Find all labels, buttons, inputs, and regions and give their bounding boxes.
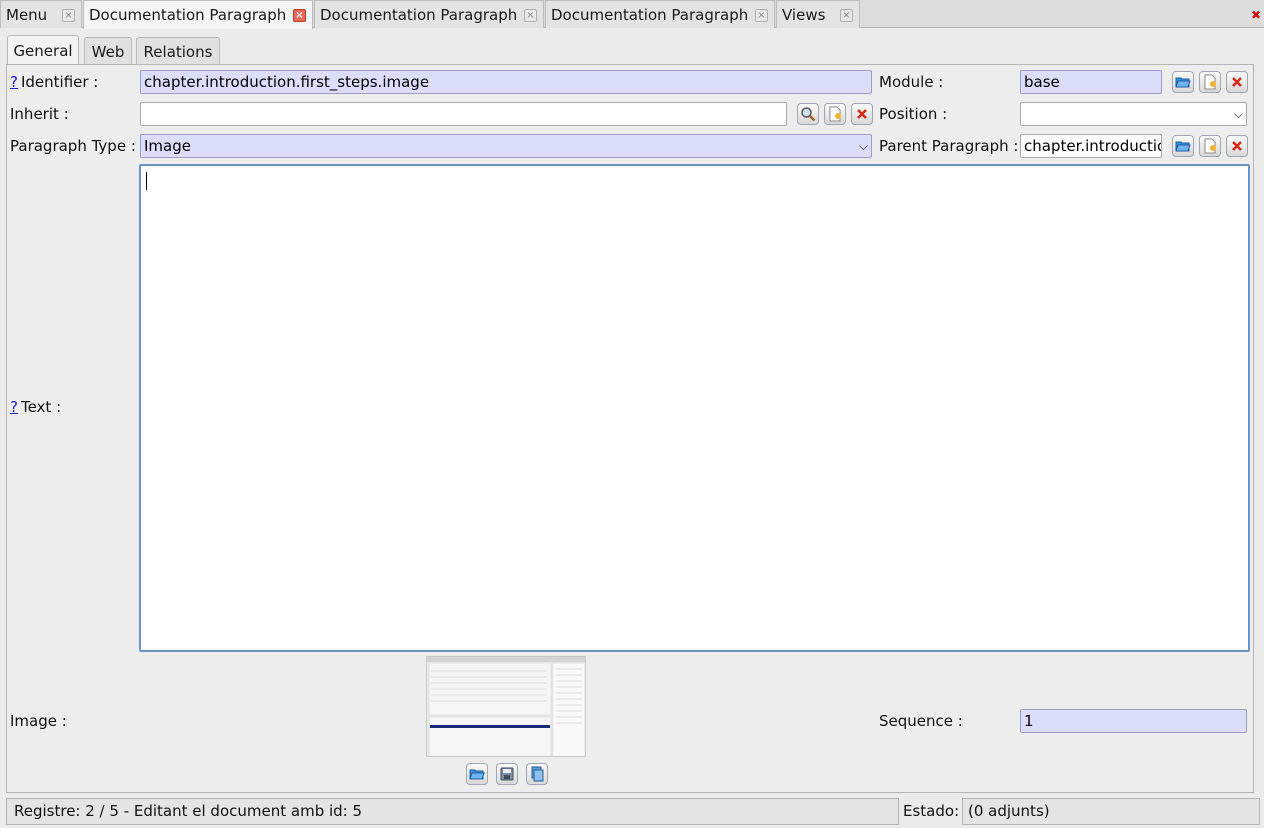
tab-documentation-paragraph-active[interactable]: Documentation Paragraph × [83, 0, 313, 29]
inherit-search-button[interactable] [797, 103, 819, 125]
identifier-label-text: Identifier : [20, 73, 99, 91]
image-label: Image : [10, 712, 67, 730]
sequence-input[interactable]: 1 [1020, 709, 1247, 733]
paragraph-type-value: Image [144, 137, 191, 155]
inherit-clear-button[interactable] [851, 103, 873, 125]
parent-clear-button[interactable] [1226, 135, 1248, 157]
tab-label: Menu [6, 5, 48, 24]
inherit-label: Inherit : [10, 105, 69, 123]
text-cursor [146, 172, 147, 190]
folder-open-icon [1175, 77, 1191, 88]
module-input[interactable]: base [1020, 70, 1162, 94]
paragraph-type-label: Paragraph Type : [10, 137, 136, 155]
tab-general[interactable]: General [7, 35, 79, 66]
chevron-down-icon: ⌵ [1233, 107, 1243, 121]
tab-views[interactable]: Views × [776, 0, 860, 28]
tab-close-icon[interactable]: × [840, 9, 853, 22]
record-status: Registre: 2 / 5 - Editant el document am… [6, 798, 899, 825]
text-label-text: Text : [20, 398, 62, 416]
tab-close-icon[interactable]: × [62, 9, 75, 22]
new-document-icon [829, 106, 841, 122]
image-open-button[interactable] [466, 763, 488, 785]
tab-web[interactable]: Web [84, 37, 132, 65]
tab-relations[interactable]: Relations [136, 37, 220, 65]
tab-label: Documentation Paragraph [89, 6, 287, 24]
new-document-icon [1204, 74, 1216, 90]
tab-close-icon[interactable]: × [524, 9, 537, 22]
folder-open-icon [469, 769, 485, 780]
identifier-label: ? Identifier : [10, 70, 98, 94]
state-value: (0 adjunts) [962, 798, 1260, 825]
tab-close-icon[interactable]: × [755, 9, 768, 22]
parent-open-button[interactable] [1172, 135, 1194, 157]
paragraph-type-select[interactable]: Image ⌵ [140, 134, 872, 158]
position-select[interactable]: ⌵ [1020, 102, 1247, 126]
parent-new-button[interactable] [1199, 135, 1221, 157]
module-open-button[interactable] [1172, 71, 1194, 93]
close-all-icon[interactable]: ✖ [1251, 9, 1261, 21]
text-help-link[interactable]: ? [10, 398, 18, 416]
module-clear-button[interactable] [1226, 71, 1248, 93]
tab-documentation-paragraph[interactable]: Documentation Paragraph × [314, 0, 544, 28]
parent-paragraph-label: Parent Paragraph : [879, 137, 1019, 155]
screenshot-thumbnail [427, 657, 585, 756]
document-tab-bar: Menu × Documentation Paragraph × Documen… [0, 0, 1264, 29]
image-preview [426, 656, 586, 757]
tab-label: Views [782, 5, 826, 24]
identifier-input[interactable]: chapter.introduction.first_steps.image [140, 70, 872, 94]
module-new-button[interactable] [1199, 71, 1221, 93]
text-label: ? Text : [10, 395, 61, 419]
tab-label: Documentation Paragraph [551, 5, 749, 24]
inherit-new-button[interactable] [824, 103, 846, 125]
folder-open-icon [1175, 141, 1191, 152]
tab-label: Documentation Paragraph [320, 5, 518, 24]
identifier-help-link[interactable]: ? [10, 73, 18, 91]
position-label: Position : [879, 105, 948, 123]
parent-paragraph-input[interactable]: chapter.introduction [1020, 134, 1162, 158]
image-copy-button[interactable] [526, 763, 548, 785]
image-save-button[interactable] [496, 763, 518, 785]
save-icon [500, 767, 514, 781]
tab-close-icon[interactable]: × [293, 9, 306, 22]
new-document-icon [1204, 138, 1216, 154]
chevron-down-icon: ⌵ [858, 139, 868, 153]
module-label: Module : [879, 73, 944, 91]
tab-documentation-paragraph[interactable]: Documentation Paragraph × [545, 0, 775, 28]
general-form: ? Identifier : chapter.introduction.first… [6, 64, 1254, 793]
copy-icon [531, 766, 544, 782]
state-label: Estado: [903, 802, 960, 820]
inherit-input[interactable] [140, 102, 787, 126]
text-editor[interactable] [139, 164, 1250, 652]
clear-icon [1232, 77, 1242, 87]
clear-icon [857, 109, 867, 119]
clear-icon [1232, 141, 1242, 151]
sequence-label: Sequence : [879, 712, 963, 730]
search-icon [801, 107, 816, 122]
tab-menu[interactable]: Menu × [0, 0, 82, 28]
